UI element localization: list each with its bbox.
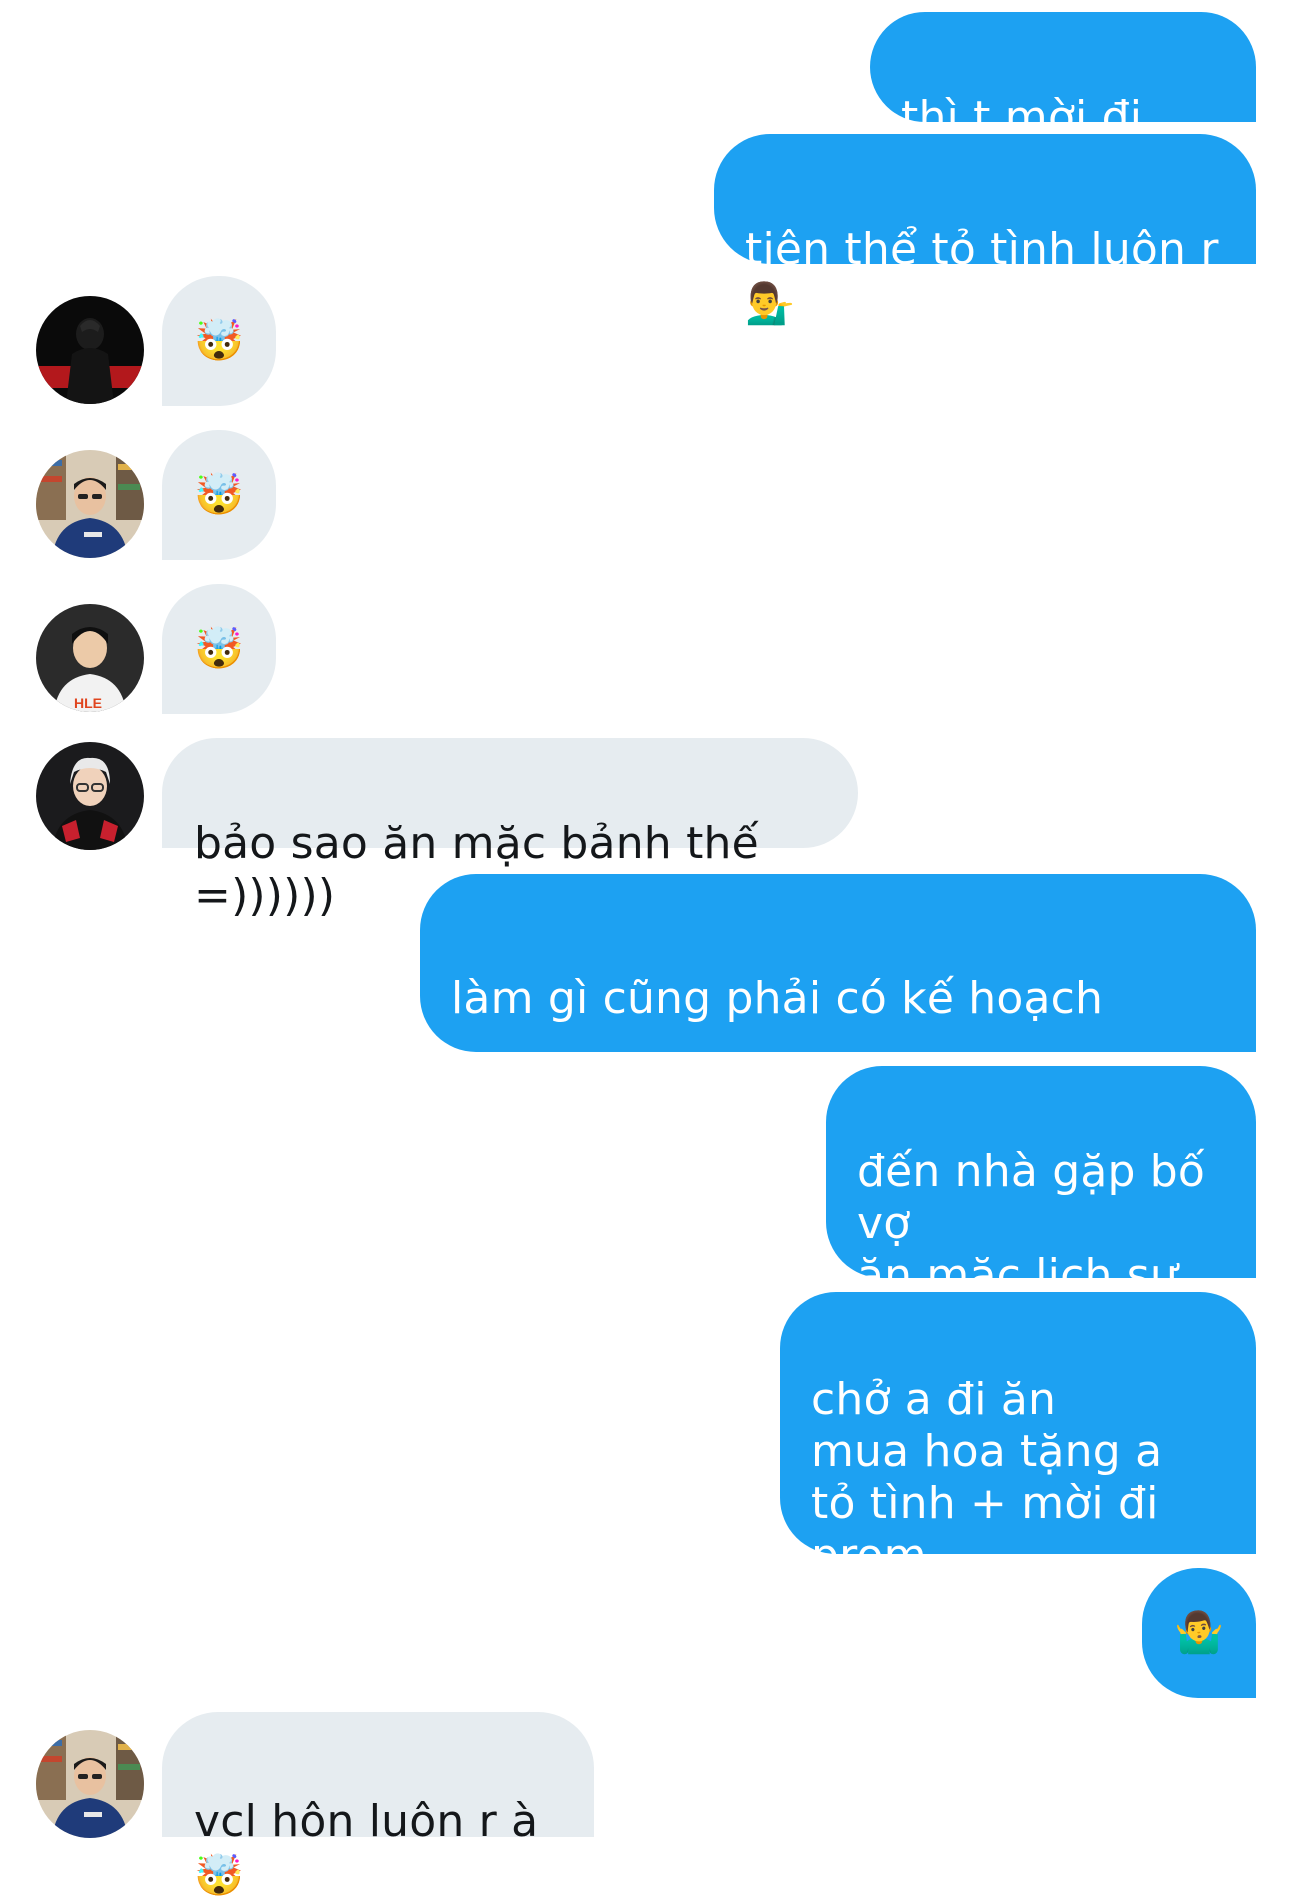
avatar[interactable]: [36, 450, 144, 558]
person-shrugging-emoji: 🤷‍♂️: [1173, 1610, 1224, 1656]
message-text: vcl hôn luôn r à: [194, 1796, 539, 1847]
exploding-head-emoji: 🤯: [193, 318, 244, 364]
message-bubble-incoming[interactable]: 🤯: [162, 276, 276, 406]
avatar[interactable]: [36, 296, 144, 404]
message-bubble-incoming[interactable]: vcl hôn luôn r à 🤯: [162, 1712, 594, 1896]
message-bubble-outgoing[interactable]: đến nhà gặp bố vợ ăn mặc lịch sự ghi điể…: [826, 1066, 1256, 1353]
message-bubble-incoming[interactable]: bảo sao ăn mặc bảnh thế =)))))): [162, 738, 858, 921]
message-bubble-incoming[interactable]: 🤯: [162, 584, 276, 714]
avatar[interactable]: HLE: [36, 604, 144, 712]
svg-text:HLE: HLE: [74, 695, 102, 711]
message-text: chở a đi ăn mua hoa tặng a tỏ tình + mời…: [811, 1374, 1163, 1633]
message-text: tiện thể tỏ tình luôn r: [745, 224, 1219, 275]
exploding-head-emoji: 🤯: [193, 626, 244, 672]
relieved-face-emoji: 😌: [451, 1176, 493, 1222]
avatar[interactable]: [36, 1730, 144, 1838]
message-bubble-outgoing[interactable]: chở a đi ăn mua hoa tặng a tỏ tình + mời…: [780, 1292, 1256, 1633]
person-tipping-hand-emoji: 💁‍♂️: [745, 281, 796, 327]
avatar[interactable]: [36, 742, 144, 850]
message-bubble-incoming[interactable]: 🤯: [162, 430, 276, 560]
message-bubble-outgoing[interactable]: thì t mời đi prom: [870, 12, 1256, 195]
message-bubble-outgoing[interactable]: tiện thể tỏ tình luôn r 💁‍♂️: [714, 134, 1256, 324]
exploding-head-emoji: 🤯: [193, 472, 244, 518]
message-bubble-outgoing[interactable]: 🤷‍♂️: [1142, 1568, 1256, 1698]
message-bubble-outgoing[interactable]: làm gì cũng phải có kế hoạch cmay hiểu k…: [420, 874, 1256, 1219]
exploding-head-emoji: 🤯: [194, 1853, 245, 1899]
